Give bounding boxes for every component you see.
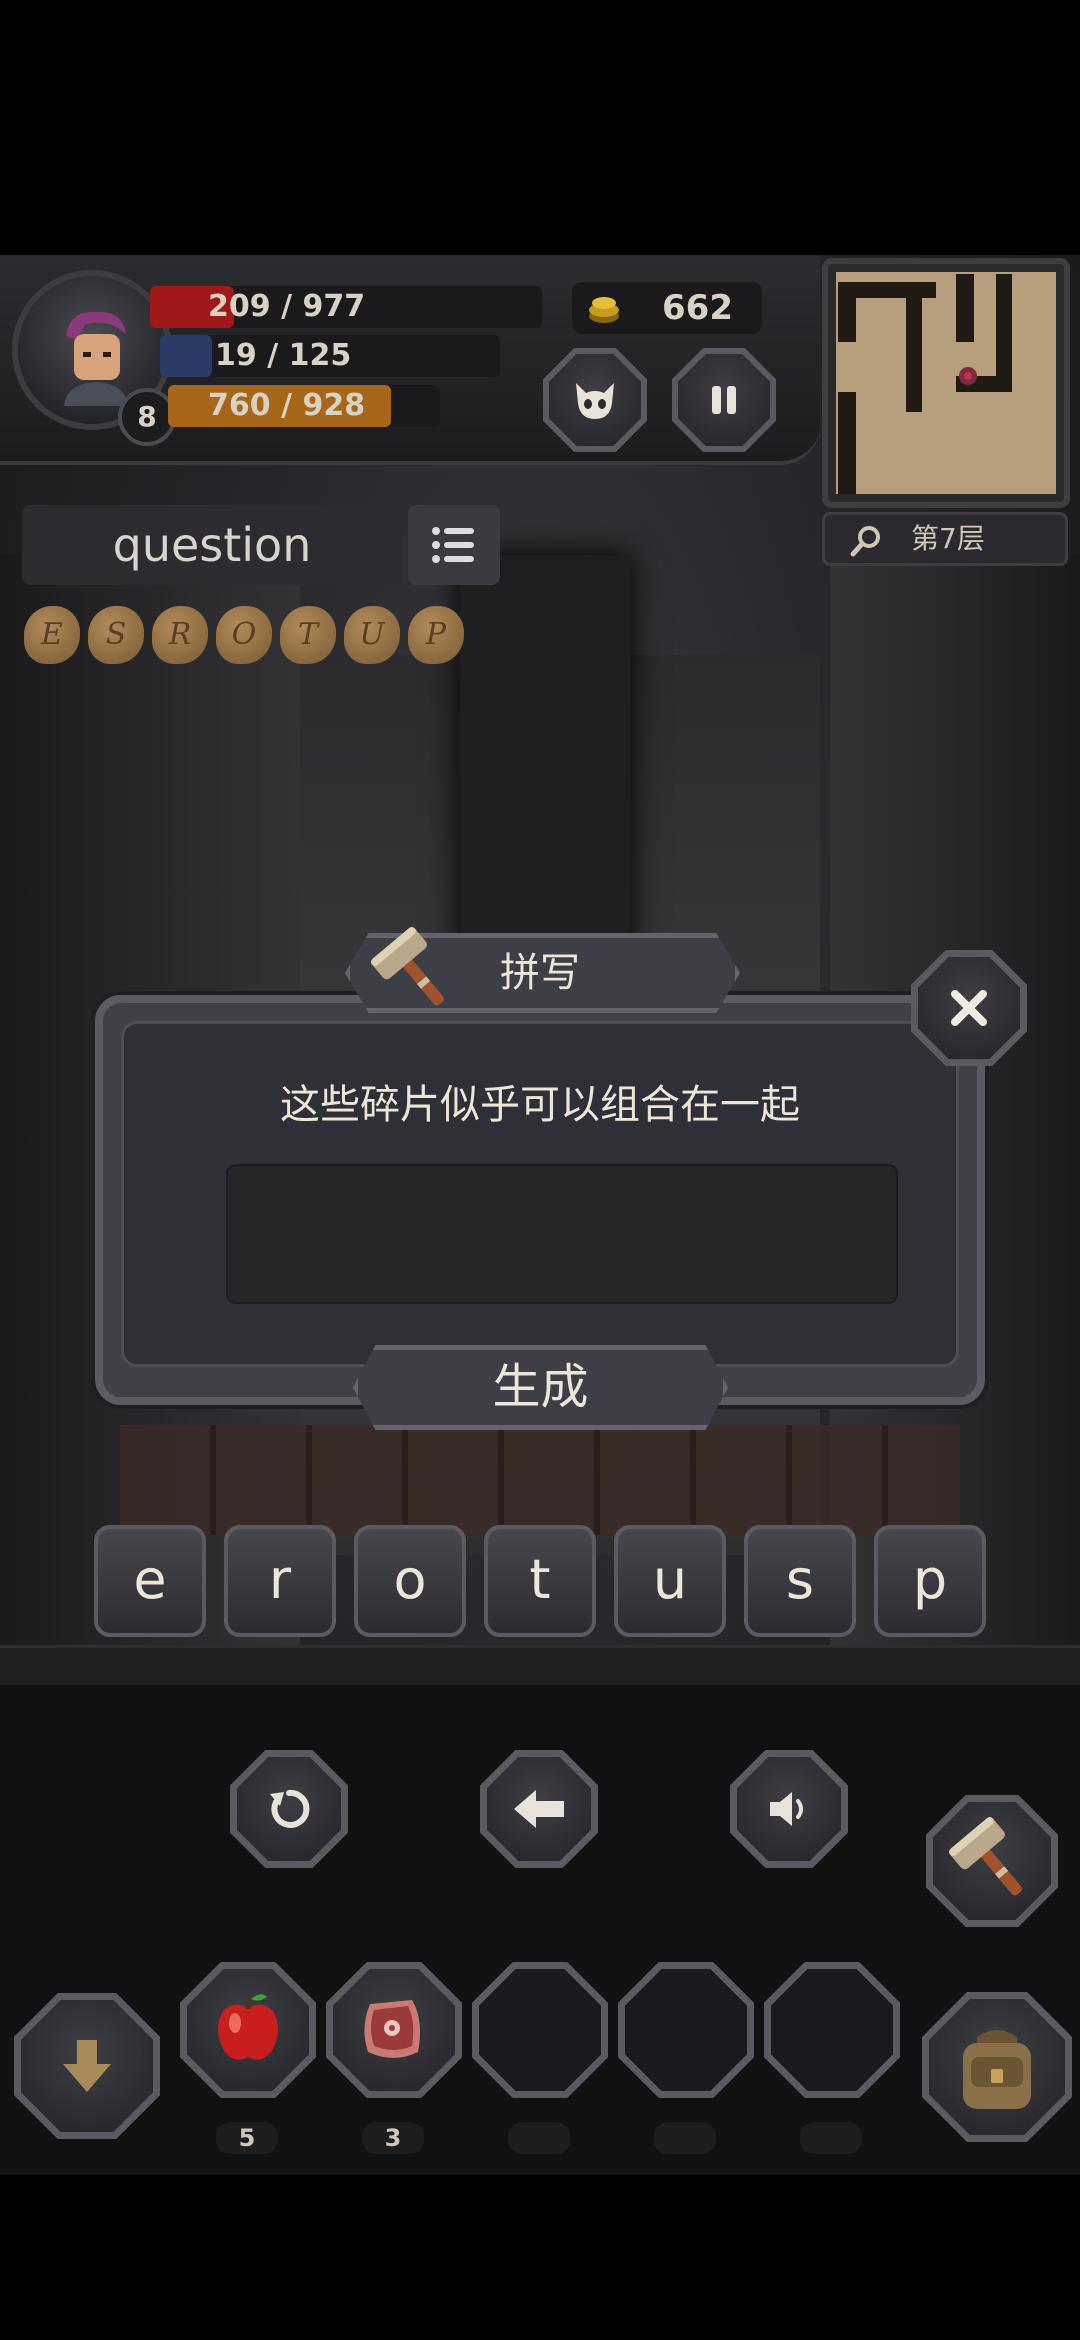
reset-icon — [270, 1789, 310, 1828]
slot-count: 3 — [362, 2122, 424, 2154]
word-list-button[interactable] — [408, 505, 500, 585]
letter-key-t[interactable]: t — [484, 1525, 596, 1637]
magnifier-icon — [850, 526, 880, 557]
speaker-icon — [770, 1792, 803, 1826]
pause-icon — [712, 386, 736, 414]
letter-fragment: T — [280, 606, 336, 664]
arrow-down-icon — [63, 2040, 111, 2092]
letter-key-r[interactable]: r — [224, 1525, 336, 1637]
hp-bar: 209 / 977 — [150, 286, 542, 328]
slot-count: 5 — [216, 2122, 278, 2154]
minimap[interactable] — [822, 258, 1070, 508]
inventory-slot-empty[interactable] — [479, 1969, 601, 2091]
spell-dialog: 这些碎片似乎可以组合在一起 — [95, 995, 985, 1405]
hammer-icon — [949, 1817, 1022, 1896]
mp-bar-fill — [160, 335, 212, 377]
close-icon — [951, 990, 987, 1026]
generate-button[interactable]: 生成 — [353, 1345, 728, 1430]
letter-fragment: R — [152, 606, 208, 664]
floor-indicator[interactable]: 第7层 — [822, 512, 1068, 566]
dialog-panel: 这些碎片似乎可以组合在一起 — [121, 1021, 959, 1367]
letter-fragment: P — [408, 606, 464, 664]
mp-bar: 19 / 125 — [160, 335, 500, 377]
inventory-slot[interactable] — [187, 1969, 309, 2091]
generate-label: 生成 — [492, 1359, 589, 1415]
stone-ledge — [0, 1645, 1080, 1685]
hp-text: 209 / 977 — [208, 289, 366, 324]
slot-count — [800, 2122, 862, 2154]
meat-icon — [364, 2000, 420, 2058]
floor-label: 第7层 — [911, 522, 985, 555]
slot-count — [508, 2122, 570, 2154]
letter-fragment: S — [88, 606, 144, 664]
brick-floor — [120, 1425, 960, 1535]
slot-count — [654, 2122, 716, 2154]
dialog-message: 这些碎片似乎可以组合在一起 — [280, 1082, 800, 1128]
xp-bar: 760 / 928 — [168, 385, 440, 427]
dialog-title: 拼写 — [500, 950, 580, 996]
hero-portrait-icon — [64, 311, 128, 406]
target-word: question — [112, 518, 312, 572]
mp-text: 19 / 125 — [215, 338, 352, 373]
backspace-icon — [514, 1790, 564, 1828]
apple-icon — [218, 1994, 278, 2060]
letter-key-u[interactable]: u — [614, 1525, 726, 1637]
letter-key-p[interactable]: p — [874, 1525, 986, 1637]
gold-amount: 662 — [662, 288, 733, 328]
dark-pillar — [460, 555, 630, 975]
inventory-slot[interactable] — [333, 1969, 455, 2091]
target-word-box: question — [22, 505, 402, 585]
descend-button[interactable] — [21, 2000, 153, 2132]
hammer-icon — [371, 927, 444, 1006]
gold-counter: 662 — [572, 282, 762, 334]
inventory-slot-empty[interactable] — [625, 1969, 747, 2091]
letter-key-o[interactable]: o — [354, 1525, 466, 1637]
minimap-area — [836, 272, 1056, 494]
coin-stack-icon — [589, 297, 619, 323]
xp-text: 760 / 928 — [208, 388, 366, 423]
letter-fragment: E — [24, 606, 80, 664]
backpack-icon — [963, 2030, 1031, 2109]
list-icon — [432, 527, 474, 563]
letter-fragment: U — [344, 606, 400, 664]
letter-key-e[interactable]: e — [94, 1525, 206, 1637]
letter-fragment: O — [216, 606, 272, 664]
inventory-slot-empty[interactable] — [771, 1969, 893, 2091]
spell-input[interactable] — [226, 1164, 898, 1304]
letter-key-s[interactable]: s — [744, 1525, 856, 1637]
monster-face-icon — [576, 383, 614, 419]
minimap-walls — [838, 274, 1012, 494]
